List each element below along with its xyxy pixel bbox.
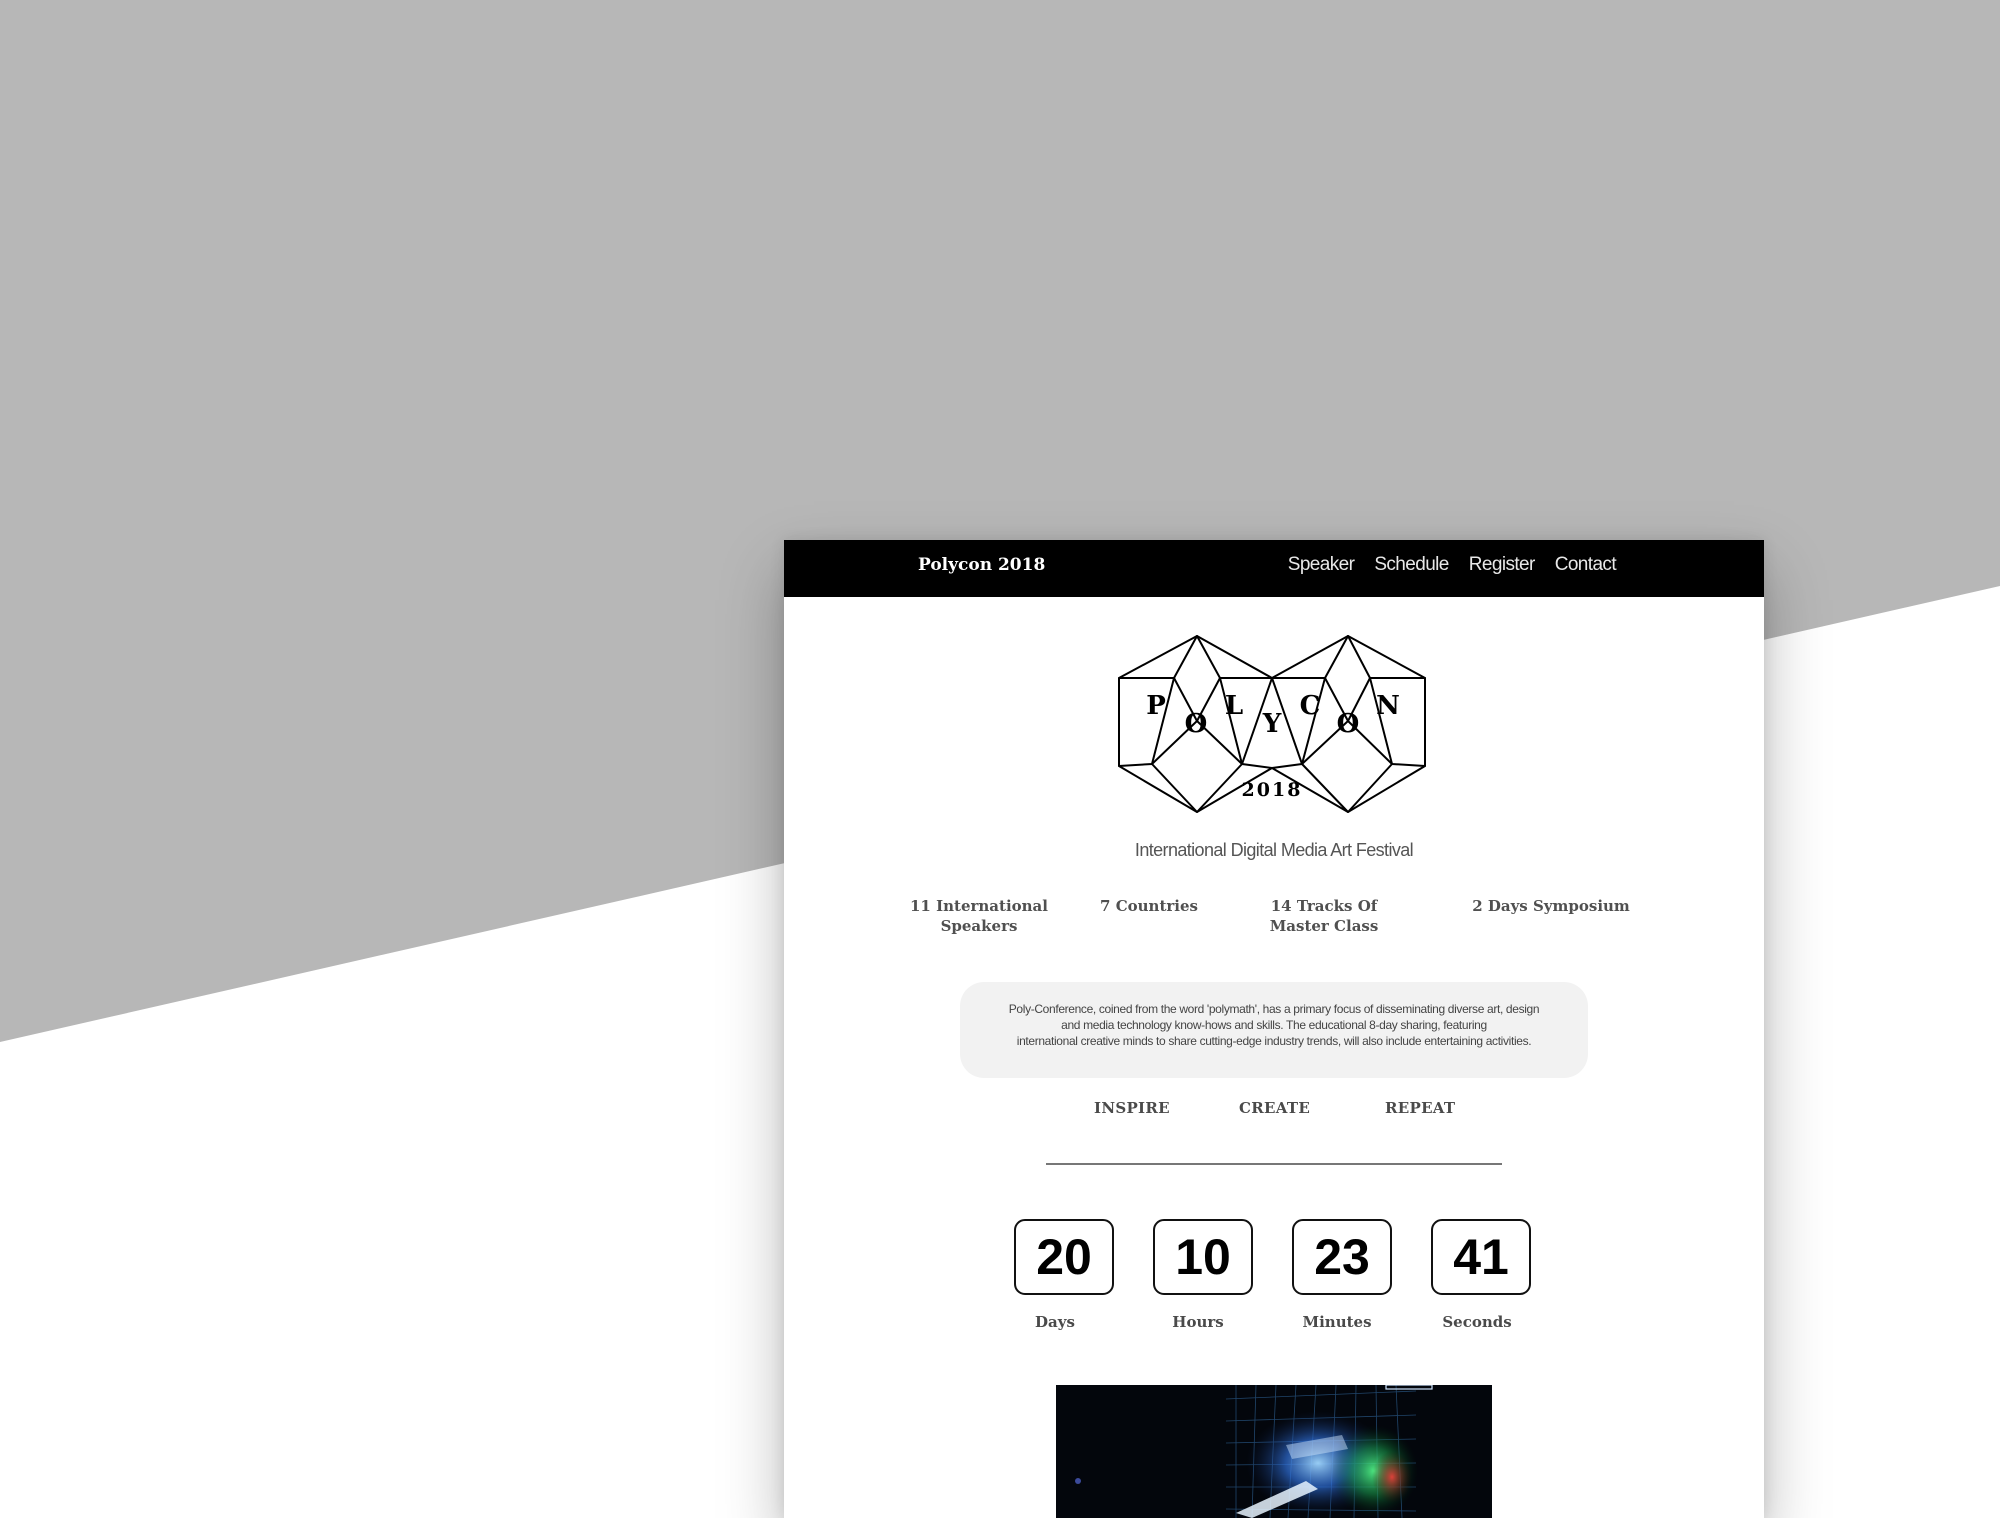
stat-countries: 7 Countries: [1100, 897, 1198, 915]
top-navigation-bar: Polycon 2018 Speaker Schedule Register C…: [784, 540, 1764, 597]
stat-speakers: 11 International Speakers: [910, 897, 1048, 935]
logo-letter-c: C: [1300, 691, 1321, 721]
logo-letter-o: O: [1185, 709, 1208, 739]
logo-letter-y: Y: [1262, 709, 1282, 739]
festival-tagline: International Digital Media Art Festival: [1134, 840, 1414, 860]
nav-link-schedule[interactable]: Schedule: [1374, 554, 1449, 576]
polycon-logo: P O L Y C O N 2018: [1118, 635, 1426, 813]
section-divider: [1046, 1163, 1502, 1165]
motto-inspire: INSPIRE: [1094, 1099, 1170, 1117]
countdown-seconds-value: 41: [1431, 1219, 1531, 1295]
nav-link-register[interactable]: Register: [1469, 554, 1536, 576]
countdown-days-value: 20: [1014, 1219, 1114, 1295]
brand-title[interactable]: Polycon 2018: [918, 555, 1045, 575]
motto-create: CREATE: [1239, 1099, 1311, 1117]
stat-symposium: 2 Days Symposium: [1472, 897, 1630, 915]
countdown-seconds-label: Seconds: [1442, 1313, 1512, 1331]
motto-repeat: REPEAT: [1385, 1099, 1456, 1117]
logo-letter-p: P: [1146, 691, 1166, 721]
website-page: Polycon 2018 Speaker Schedule Register C…: [784, 540, 1764, 1518]
logo-letter-o2: O: [1337, 709, 1360, 739]
nav-links: Speaker Schedule Register Contact: [1288, 554, 1617, 576]
festival-media-image[interactable]: [1056, 1385, 1492, 1518]
logo-year: 2018: [1242, 779, 1303, 801]
nav-link-contact[interactable]: Contact: [1555, 554, 1617, 576]
countdown-hours-value: 10: [1153, 1219, 1253, 1295]
logo-letter-l: L: [1225, 691, 1243, 721]
nav-link-speaker[interactable]: Speaker: [1288, 554, 1355, 576]
countdown-hours-label: Hours: [1172, 1313, 1224, 1331]
countdown-minutes-value: 23: [1292, 1219, 1392, 1295]
countdown-minutes-label: Minutes: [1302, 1313, 1372, 1331]
logo-letter-n: N: [1376, 691, 1400, 721]
intro-blurb: Poly-Conference, coined from the word 'p…: [960, 982, 1588, 1078]
stat-master-class: 14 Tracks Of Master Class: [1269, 897, 1379, 935]
countdown-days-label: Days: [1035, 1313, 1075, 1331]
